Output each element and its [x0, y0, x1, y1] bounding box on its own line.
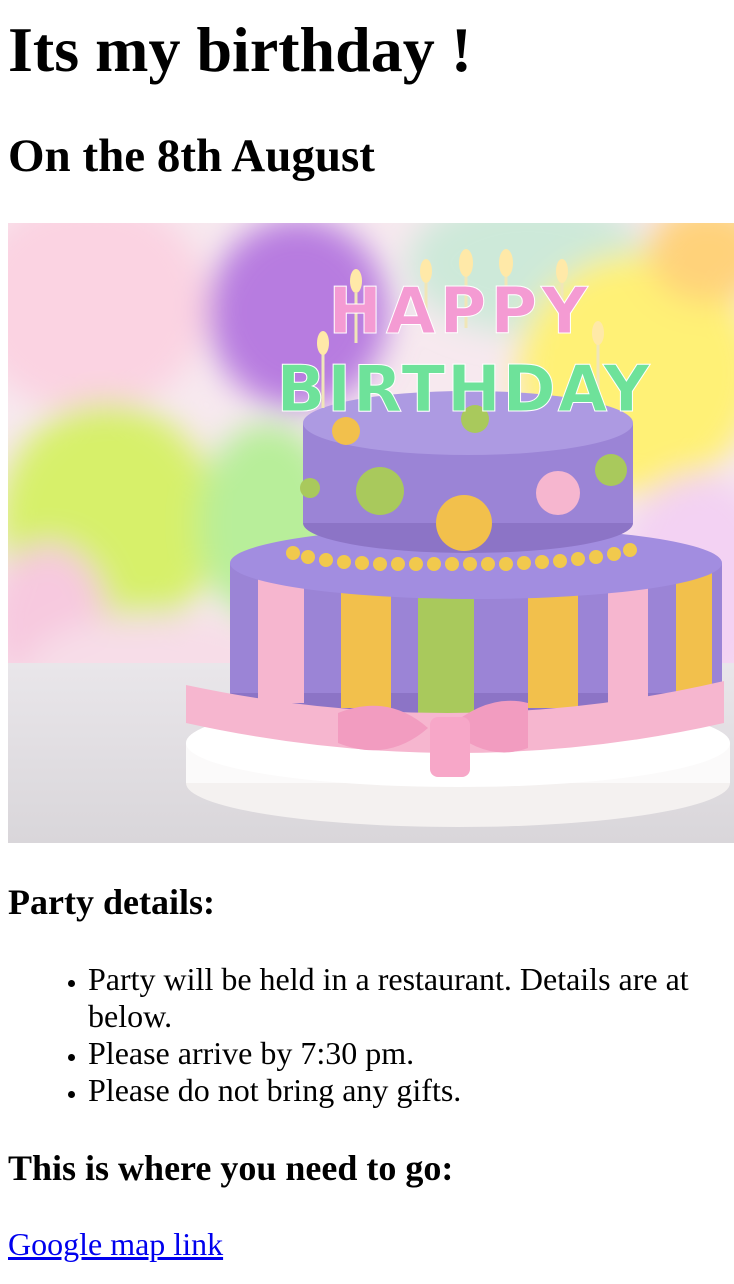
page-title: Its my birthday ! — [8, 14, 473, 85]
party-details-heading: Party details: — [8, 882, 215, 922]
party-details-list: Party will be held in a restaurant. Deta… — [0, 961, 734, 1109]
location-heading: This is where you need to go: — [8, 1148, 454, 1188]
list-item: Please do not bring any gifts. — [88, 1072, 734, 1109]
cake-topper-birthday: BIRTHDAY — [276, 353, 651, 427]
page-subtitle: On the 8th August — [8, 130, 375, 182]
page: Its my birthday ! On the 8th August HAPP… — [0, 0, 734, 1284]
google-map-link[interactable]: Google map link — [8, 1226, 223, 1263]
list-item: Party will be held in a restaurant. Deta… — [88, 961, 734, 1035]
birthday-cake-image: HAPPY BIRTHDAY — [8, 223, 734, 843]
cake-illustration: HAPPY BIRTHDAY — [8, 223, 734, 843]
list-item: Please arrive by 7:30 pm. — [88, 1035, 734, 1072]
cake-topper-happy: HAPPY — [328, 275, 591, 349]
